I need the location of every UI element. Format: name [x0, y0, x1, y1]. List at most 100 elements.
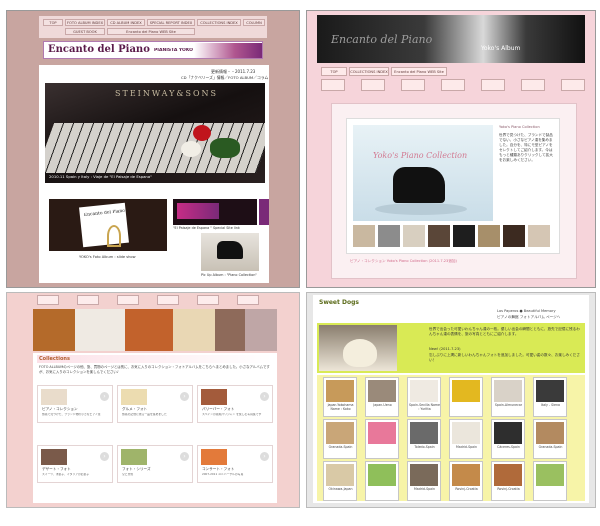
dog-thumb[interactable]: Cáceres-Spain	[491, 419, 525, 459]
nav-icon-7[interactable]	[561, 79, 585, 91]
screenshot-yokos-album: Encanto del Piano Yoko's Album TOP COLLE…	[306, 10, 596, 288]
update-text[interactable]: CD「ナクベリーズ」情報／FOTO ALBUM／コラム	[181, 75, 268, 81]
coll-nav-6[interactable]	[237, 295, 259, 305]
strip-thumb-5[interactable]	[453, 225, 475, 247]
dog-thumb[interactable]: Rovinj-Croatia	[449, 461, 483, 501]
card-desc: スペインの先端パリジャン を楽しむ写真集です	[202, 413, 262, 416]
strip-photo-6	[245, 309, 277, 351]
nav-special-report-index[interactable]: SPECIAL REPORT INDEX	[147, 19, 195, 26]
card-desc: 旅先の記憶に残る一品を集めました	[122, 413, 167, 416]
nav-column[interactable]: COLUMN	[243, 19, 265, 26]
dog-thumb[interactable]: Rovinj-Croatia	[491, 461, 525, 501]
coll-nav-4[interactable]	[157, 295, 179, 305]
nav-foto-album-index[interactable]: FOTO ALBUM INDEX	[65, 19, 105, 26]
strip-thumb-6[interactable]	[478, 225, 500, 247]
nav-icon-5[interactable]	[481, 79, 505, 91]
dog-photo	[326, 380, 354, 402]
dog-grid: Japan-Yokohama Name : Koko Japan-Ueno Sp…	[317, 375, 585, 501]
dog-thumb[interactable]: Granada-Spain	[533, 419, 567, 459]
nav-guest-book[interactable]: GUEST BOOK	[65, 28, 105, 35]
showcase-photo[interactable]: Yoko's Piano Collection	[353, 125, 493, 221]
link-los-paperos[interactable]: Los Paperos	[497, 309, 518, 313]
dog-thumb[interactable]	[533, 461, 567, 501]
coll-nav-3[interactable]	[117, 295, 139, 305]
collection-card-dessert[interactable]: › デザート・フォト スイーツ、洋菓子、イタリアのお菓子	[37, 445, 113, 483]
side-text: 世界で見つけた、ブランドで製品でない、小さなピアノ達を集めました。自分を、特にモ…	[499, 133, 553, 162]
card-desc: スイーツ、洋菓子、イタリアのお菓子	[42, 473, 90, 476]
coll-nav-2[interactable]	[77, 295, 99, 305]
foto-album-thumbnail[interactable]: Encanto del Piano	[49, 199, 167, 251]
dog-photo	[410, 464, 438, 486]
dog-thumb[interactable]: Toledo-Spain	[407, 419, 441, 459]
dog-thumb[interactable]: Madrid-Spain	[449, 419, 483, 459]
nav-top[interactable]: TOP	[43, 19, 63, 26]
site-banner: Encanto del Piano PIANISTA YOKO TAKAKI	[43, 41, 263, 59]
strip-photo-1	[33, 309, 75, 351]
dog-photo	[452, 422, 480, 444]
album-nav-top[interactable]: TOP	[321, 67, 347, 76]
collection-link[interactable]: ピアノ・コレクション Yoko's Piano Collection (2011…	[350, 259, 457, 264]
black-piano-model	[393, 167, 445, 203]
collection-card-photo-series[interactable]: › フォト・シリーズ 空と景色	[117, 445, 193, 483]
dog-caption: Okinawa-Japan	[328, 487, 353, 491]
dog-photo	[410, 380, 438, 402]
arrow-icon: ›	[100, 392, 109, 401]
nav-icon-2[interactable]	[361, 79, 385, 91]
arrow-icon: ›	[260, 452, 269, 461]
dog-photo	[494, 464, 522, 486]
nav-icon-4[interactable]	[441, 79, 465, 91]
nav-collections-index[interactable]: COLLECTIONS INDEX	[197, 19, 241, 26]
thumb-card-title: Encanto del Piano	[83, 208, 126, 219]
strip-thumb-3[interactable]	[403, 225, 425, 247]
collection-card-piano[interactable]: › ピアノ・コレクション 旅先で見つけた、ブランド物の小さなピアノ達	[37, 385, 113, 423]
coll-nav-1[interactable]	[37, 295, 59, 305]
nav-icon-6[interactable]	[521, 79, 545, 91]
dog-thumb[interactable]: Spain-Almunecar	[491, 377, 525, 417]
dogs-content: Sweet Dogs Los Paperos ● Beautiful Memor…	[313, 295, 589, 503]
hero-piano-photo[interactable]: STEINWAY&SONS 2010.11 Spain y Italy : Vi…	[45, 83, 265, 183]
dog-photo	[368, 422, 396, 444]
strip-thumb-4[interactable]	[428, 225, 450, 247]
album-nav-web-site[interactable]: Encanto del Piano WEB Site	[391, 67, 447, 76]
collection-card-bar[interactable]: › パリーバー・フォト スペインの先端パリジャン を楽しむ写真集です	[197, 385, 273, 423]
coll-nav-5[interactable]	[197, 295, 219, 305]
strip-thumb-2[interactable]	[378, 225, 400, 247]
album-banner: Encanto del Piano Yoko's Album	[317, 15, 585, 63]
nav-cd-album-index[interactable]: CD ALBUM INDEX	[107, 19, 145, 26]
thumb1-caption: YOKO's Foto Album : slide show	[79, 255, 136, 259]
link-page[interactable]: ページへ	[546, 315, 560, 319]
nav-icon-3[interactable]	[401, 79, 425, 91]
album-nav-collections[interactable]: COLLECTIONS INDEX	[349, 67, 389, 76]
el-paisaje-link-banner[interactable]	[173, 199, 257, 225]
screenshot-collections-page: Collections FOTO ALLBUMのページの他、旅、買物のページとは…	[6, 292, 300, 508]
dog-thumb[interactable]: Madrid-Spain	[407, 461, 441, 501]
collection-card-concert[interactable]: › コンサート・フォト 2007-2011 ユニバーサルの写真	[197, 445, 273, 483]
screenshot-encanto-del-piano-top: TOP FOTO ALBUM INDEX CD ALBUM INDEX SPEC…	[6, 10, 300, 288]
link-beautiful-memory[interactable]: Beautiful Memory	[524, 309, 556, 313]
link-foto-album[interactable]: フォトアルバム	[520, 315, 545, 319]
dog-thumb[interactable]: Japan-Yokohama Name : Koko	[323, 377, 357, 417]
dog-photo	[494, 380, 522, 402]
dog-photo	[536, 464, 564, 486]
strip-thumb-8[interactable]	[528, 225, 550, 247]
collection-card-gourmet[interactable]: › グルメ・フォト 旅先の記憶に残る一品を集めました	[117, 385, 193, 423]
dog-photo	[536, 380, 564, 402]
dogs-links: Los Paperos ● Beautiful Memory	[497, 309, 556, 313]
dog-thumb[interactable]: Japan-Ueno	[365, 377, 399, 417]
collections-nav	[27, 295, 285, 307]
dog-thumb[interactable]: Granada-Spain	[323, 419, 357, 459]
nav-icon-1[interactable]	[321, 79, 345, 91]
dog-thumb[interactable]: Spain-Sevilla Name : Yuritta	[407, 377, 441, 417]
nav-web-site[interactable]: Encanto del Piano WEB Site	[107, 28, 195, 35]
link-piano[interactable]: ピアノの舞館	[497, 315, 519, 319]
dog-thumb[interactable]	[365, 419, 399, 459]
card-desc: 旅先で見つけた、ブランド物の小さなピアノ達	[42, 413, 101, 416]
pickup-album-thumbnail[interactable]	[201, 233, 259, 271]
dog-thumb[interactable]: Italy - Siena	[533, 377, 567, 417]
strip-thumb-1[interactable]	[353, 225, 375, 247]
dog-thumb[interactable]	[449, 377, 483, 417]
strip-thumb-7[interactable]	[503, 225, 525, 247]
dog-thumb[interactable]: Okinawa-Japan	[323, 461, 357, 501]
dog-thumb[interactable]	[365, 461, 399, 501]
side-panel: Yoko's Piano Collection 世界で見つけた、ブランドで製品で…	[499, 125, 557, 221]
